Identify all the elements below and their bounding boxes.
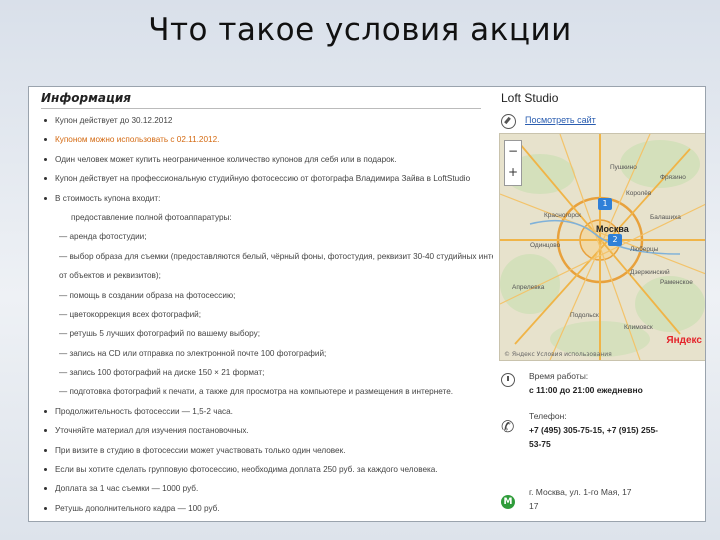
- info-heading: Информация: [41, 91, 481, 109]
- compass-icon: [501, 114, 516, 129]
- info-item: Уточняйте материал для изучения постанов…: [41, 421, 493, 440]
- info-item: Один человек может купить неограниченное…: [41, 150, 493, 169]
- site-row: Посмотреть сайт: [499, 111, 705, 131]
- slide-title: Что такое условия акции: [148, 12, 572, 48]
- info-item: Продолжительность фотосессии — 1,5-2 час…: [41, 402, 493, 421]
- map-label: Апрелевка: [512, 284, 545, 291]
- map-label: Раменское: [660, 279, 693, 286]
- brand-name: Loft Studio: [501, 91, 559, 105]
- map-label: Подольск: [570, 312, 599, 319]
- map-label: Дзержинский: [630, 269, 670, 276]
- info-item: предоставление полной фотоаппаратуры:: [71, 212, 232, 222]
- info-item: — запись на CD или отправка по электронн…: [59, 348, 327, 358]
- info-item: от объектов и реквизитов);: [59, 271, 161, 281]
- map[interactable]: − + Москва Красногорск Одинцово Пушкино …: [499, 133, 705, 361]
- yandex-logo: Яндекс: [666, 335, 702, 346]
- info-item: При визите в студию в фотосессии может у…: [41, 441, 493, 460]
- map-label: Фрязино: [660, 174, 686, 181]
- address-row: M г. Москва, ул. 1-го Мая, 17 17: [499, 477, 705, 517]
- hours-label: Время работы:: [529, 371, 589, 381]
- map-label: Королёв: [626, 190, 652, 197]
- map-label: Люберцы: [630, 246, 659, 253]
- metro-icon: M: [501, 495, 515, 509]
- info-item: — запись 100 фотографий на диске 150 × 2…: [59, 368, 265, 378]
- zoom-out-button[interactable]: −: [505, 141, 521, 162]
- map-label: Климовск: [624, 324, 653, 331]
- phone-value-continued: 53-75: [529, 439, 551, 449]
- map-label: Пушкино: [610, 164, 637, 171]
- info-item: Если вы хотите сделать групповую фотосес…: [41, 460, 493, 479]
- map-footer: © Яндекс Условия использования: [504, 351, 612, 358]
- sidebar: Loft Studio Посмотреть сайт − + Москва К…: [499, 87, 705, 521]
- map-label: Красногорск: [544, 212, 582, 219]
- site-link[interactable]: Посмотреть сайт: [525, 115, 596, 125]
- info-item: — помощь в создании образа на фотосессию…: [59, 290, 236, 300]
- phone-icon: ✆: [501, 417, 515, 436]
- info-item: — ретушь 5 лучших фотографий по вашему в…: [59, 329, 260, 339]
- screenshot-panel: Информация Купон действует до 30.12.2012…: [28, 86, 706, 522]
- info-item: Купоном можно использовать с 02.11.2012.: [41, 130, 493, 149]
- info-item: — выбор образа для съемки (предоставляют…: [59, 251, 493, 261]
- zoom-in-button[interactable]: +: [505, 162, 521, 183]
- clock-icon: [501, 373, 515, 387]
- info-item: Купон действует на профессиональную студ…: [41, 169, 493, 188]
- map-label: Москва: [596, 224, 629, 234]
- map-marker[interactable]: 1: [598, 198, 612, 210]
- info-item: Купон действует до 30.12.2012: [41, 111, 493, 130]
- phone-value: +7 (495) 305-75-15, +7 (915) 255-: [529, 425, 659, 435]
- address-text-line2: 17: [529, 501, 539, 511]
- phone-label: Телефон:: [529, 411, 567, 421]
- address-text: г. Москва, ул. 1-го Мая, 17: [529, 487, 632, 497]
- info-item: Доплата за 1 час съемки — 1000 руб.: [41, 479, 493, 498]
- info-item: — подготовка фотографий к печати, а такж…: [59, 387, 454, 397]
- info-list: Купон действует до 30.12.2012 Купоном мож…: [41, 111, 493, 518]
- info-item: — аренда фотостудии;: [59, 232, 147, 242]
- info-item: Ретушь дополнительного кадра — 100 руб.: [41, 499, 493, 518]
- hours-value: с 11:00 до 21:00 ежедневно: [529, 385, 643, 395]
- map-marker[interactable]: 2: [608, 234, 622, 246]
- phone-row: ✆ Телефон: +7 (495) 305-75-15, +7 (915) …: [499, 409, 705, 461]
- info-item: В стоимость купона входит:: [41, 189, 493, 208]
- map-label: Балашиха: [650, 214, 681, 221]
- info-item: — цветокоррекция всех фотографий;: [59, 309, 202, 319]
- info-panel: Информация Купон действует до 30.12.2012…: [35, 87, 497, 521]
- map-label: Одинцово: [530, 242, 561, 249]
- hours-row: Время работы: с 11:00 до 21:00 ежедневно: [499, 369, 705, 405]
- zoom-control: − +: [504, 140, 522, 186]
